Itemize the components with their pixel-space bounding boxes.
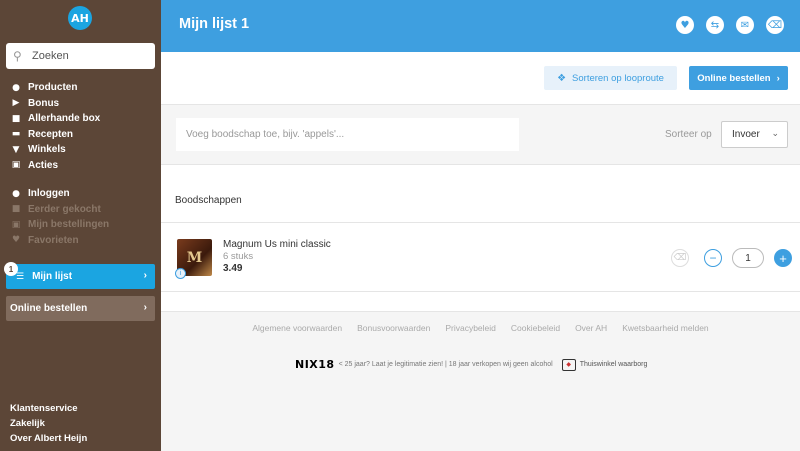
product-quantity-desc: 6 stuks — [223, 251, 254, 262]
sidebar-item-favorieten: ♥ Favorieten — [11, 234, 79, 246]
sidebar-link-zakelijk[interactable]: Zakelijk — [10, 416, 87, 431]
remove-item-icon[interactable]: ⌫ — [671, 249, 689, 267]
bag-icon: ■ — [11, 204, 21, 215]
list-count-badge: 1 — [4, 262, 18, 276]
box-icon: ■ — [11, 113, 21, 124]
nix18-logo: NIX18 — [295, 358, 335, 371]
footer-link-cookiebeleid[interactable]: Cookiebeleid — [511, 323, 560, 333]
page-footer: Algemene voorwaarden Bonusvoorwaarden Pr… — [161, 311, 800, 451]
mail-icon[interactable]: ✉ — [736, 16, 754, 34]
sidebar-item-acties[interactable]: ▣ Acties — [10, 158, 155, 174]
sidebar-online-bestellen-button[interactable]: Online bestellen › — [6, 296, 155, 321]
sidebar-footer-nav: Klantenservice Zakelijk Over Albert Heij… — [10, 401, 87, 446]
sort-select[interactable]: Invoer ⌄ — [721, 121, 788, 148]
apple-icon: ● — [12, 82, 20, 93]
page-title: Mijn lijst 1 — [179, 16, 250, 32]
pin-icon: ▼ — [12, 144, 20, 155]
chevron-down-icon: ⌄ — [771, 129, 779, 139]
list-icon: ☰ — [16, 271, 25, 282]
heart-icon: ♥ — [11, 235, 21, 246]
sidebar-item-allerhande-box[interactable]: ■ Allerhande box — [10, 111, 155, 127]
sidebar-item-recepten[interactable]: ▬ Recepten — [10, 127, 155, 143]
heart-icon[interactable]: ♥ — [676, 16, 694, 34]
sort-route-button[interactable]: ❖ Sorteren op looproute — [544, 66, 677, 90]
orders-icon: ▣ — [11, 219, 21, 230]
sidebar-item-eerder-gekocht: ■ Eerder gekocht — [11, 203, 101, 215]
tag-icon: ▶ — [12, 98, 20, 109]
page-header: Mijn lijst 1 ♥ ⇆ ✉ ⌫ — [161, 0, 800, 52]
increase-quantity-button[interactable]: + — [774, 249, 792, 267]
list-toolbar: ❖ Sorteren op looproute Online bestellen… — [161, 52, 800, 105]
chevron-right-icon: › — [143, 302, 147, 313]
chevron-right-icon: › — [143, 270, 147, 281]
info-icon[interactable]: i — [175, 268, 186, 279]
sidebar-item-mijn-bestellingen: ▣ Mijn bestellingen — [11, 219, 110, 231]
sidebar-item-winkels[interactable]: ▼ Winkels — [10, 142, 155, 158]
footer-link-privacybeleid[interactable]: Privacybeleid — [445, 323, 496, 333]
category-section: Boodschappen — [161, 166, 800, 223]
share-icon[interactable]: ⇆ — [706, 16, 724, 34]
user-icon: ● — [12, 188, 20, 199]
sidebar-item-inloggen[interactable]: ● Inloggen — [10, 186, 155, 202]
sort-label: Sorteer op — [665, 129, 712, 140]
chevron-right-icon: › — [776, 72, 780, 84]
search-input[interactable] — [32, 50, 152, 62]
product-price: 3.49 — [223, 263, 243, 274]
footer-link-over-ah[interactable]: Over AH — [575, 323, 607, 333]
account-nav: ● Inloggen ■ Eerder gekocht ▣ Mijn bestelli… — [10, 186, 155, 248]
sidebar-item-bonus[interactable]: ▶ Bonus — [10, 96, 155, 112]
thuiswinkel-waarborg[interactable]: ◆ Thuiswinkel waarborg — [561, 358, 647, 371]
search-icon: ⚲ — [13, 49, 22, 63]
speech-icon: ▣ — [11, 160, 21, 171]
list-item: M i Magnum Us mini classic 6 stuks 3.49 … — [161, 224, 800, 292]
quantity-field[interactable]: 1 — [732, 248, 764, 268]
ah-logo[interactable]: AH — [68, 6, 92, 30]
product-name[interactable]: Magnum Us mini classic — [223, 239, 331, 250]
sidebar-item-producten[interactable]: ● Producten — [10, 80, 155, 96]
add-item-input[interactable] — [176, 118, 519, 151]
footer-link-kwetsbaarheid-melden[interactable]: Kwetsbaarheid melden — [622, 323, 708, 333]
sidebar-item-mijn-lijst[interactable]: ☰ Mijn lijst › — [6, 264, 155, 289]
section-title: Boodschappen — [175, 195, 242, 206]
sidebar-link-klantenservice[interactable]: Klantenservice — [10, 401, 87, 416]
waarborg-logo-icon: ◆ — [561, 358, 576, 371]
footer-link-algemene-voorwaarden[interactable]: Algemene voorwaarden — [252, 323, 342, 333]
legal-bar: NIX18 < 25 jaar? Laat je legitimatie zie… — [295, 358, 647, 371]
sidebar-link-over-albert-heijn[interactable]: Over Albert Heijn — [10, 431, 87, 446]
sidebar: AH ⚲ ●Producten ▶Bonus ■Allerhande box ▬… — [0, 0, 161, 451]
add-item-row: Sorteer op Invoer ⌄ — [161, 105, 800, 165]
footsteps-icon: ❖ — [557, 72, 567, 84]
footer-link-bonusvoorwaarden[interactable]: Bonusvoorwaarden — [357, 323, 430, 333]
online-bestellen-button[interactable]: Online bestellen › — [689, 66, 788, 90]
decrease-quantity-button[interactable]: − — [704, 249, 722, 267]
footer-links: Algemene voorwaarden Bonusvoorwaarden Pr… — [161, 323, 800, 333]
search-box[interactable]: ⚲ — [6, 43, 155, 69]
legal-text: < 25 jaar? Laat je legitimatie zien! | 1… — [338, 361, 553, 368]
dish-icon: ▬ — [11, 129, 21, 140]
main-nav: ● Producten ▶ Bonus ■ Allerhande box ▬ Recep… — [10, 80, 155, 173]
trash-icon[interactable]: ⌫ — [766, 16, 784, 34]
